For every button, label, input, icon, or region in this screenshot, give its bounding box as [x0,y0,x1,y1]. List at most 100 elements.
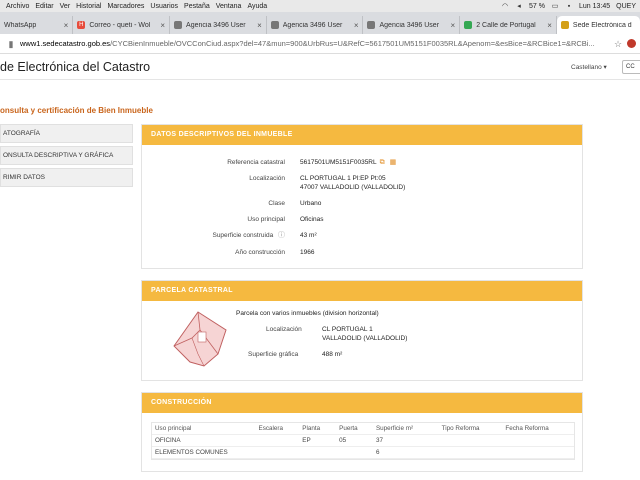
tab-label: Agencia 3496 User [186,21,246,29]
mail-icon: H [77,21,86,29]
panel-parcela-catastral: PARCELA CATASTRAL Parcela con varios inm… [141,280,583,381]
os-menubar: Archivo Editar Ver Historial Marcadores … [0,0,640,12]
info-icon[interactable]: ⓘ [278,232,285,239]
lock-icon[interactable]: ▮ [6,39,16,49]
value-parcela-loc-1: CL PORTUGAL 1 [322,326,373,333]
clock[interactable]: Lun 13:45 [579,3,610,10]
value-uso: Oficinas [300,216,324,223]
menu-historial[interactable]: Historial [76,3,101,10]
tab-label: WhatsApp [4,21,37,29]
copy-icon[interactable]: ⧉ [380,159,387,166]
cell-escalera [256,435,300,446]
cell-uso: OFICINA [155,437,181,444]
label-localizacion: Localización [249,175,285,182]
value-clase: Urbano [300,200,322,207]
panel-header: DATOS DESCRIPTIVOS DEL INMUEBLE [142,125,582,145]
cell-fecha-reforma [502,447,574,458]
col-planta: Planta [302,425,321,432]
header-button[interactable]: CC [622,60,640,74]
panel-construccion: CONSTRUCCIÓN Uso principal Escalera Plan… [141,392,583,472]
menu-pestana[interactable]: Pestaña [184,3,210,10]
label-superficie: Superficie construida ⓘ [145,232,285,239]
label-parcela-localizacion: Localización [266,326,302,333]
url-host: www1.sedecatastro.gob.es [20,39,111,48]
value-parcela-loc-2: VALLADOLID (VALLADOLID) [322,335,408,342]
tab-whatsapp[interactable]: WhatsApp × [0,16,74,34]
star-icon[interactable]: ☆ [613,39,623,49]
tab-label: 2 Calle de Portugal [476,21,536,29]
close-icon[interactable]: × [451,21,456,30]
battery-icon[interactable]: ▭ [551,3,559,10]
parcel-sketch[interactable] [168,308,230,370]
language-label: Castellano [571,64,602,71]
table-row: OFICINA EP 05 37 [152,435,574,447]
tab-label: Agencia 3496 User [282,21,343,29]
menu-archivo[interactable]: Archivo [6,3,29,10]
url-path: /CYCBienInmueble/OVCConCiud.aspx?del=47&… [110,39,595,48]
tab-correo[interactable]: H Correo - queti - Wol × [73,16,171,34]
cell-uso: ELEMENTOS COMUNES [155,449,228,456]
panel-datos-descriptivos: DATOS DESCRIPTIVOS DEL INMUEBLE Referenc… [141,124,583,269]
map-icon[interactable]: ▦ [390,159,397,166]
label-referencia: Referencia catastral [227,159,285,166]
extension-icon[interactable] [627,39,636,48]
cell-puerta [336,447,373,458]
tab-agencia-2[interactable]: Agencia 3496 User × [266,16,364,34]
construccion-table: Uso principal Escalera Planta Puerta Sup… [151,422,575,460]
tab-sede-catastro[interactable]: Sede Electrónica d [556,16,640,34]
tab-agencia-1[interactable]: Agencia 3496 User × [170,16,267,34]
flag-icon[interactable]: ▪ [565,3,573,10]
cell-tipo-reforma [439,435,503,446]
url-field[interactable]: www1.sedecatastro.gob.es/CYCBienInmueble… [20,39,609,48]
table-header-row: Uso principal Escalera Planta Puerta Sup… [152,423,574,435]
site-icon [174,21,183,29]
label-superficie-grafica: Superficie gráfica [248,351,299,358]
left-menu: ATOGRAFÍA ONSULTA DESCRIPTIVA Y GRÁFICA … [0,124,133,190]
menu-imprimir-datos[interactable]: RIMIR DATOS [0,168,133,187]
menu-ayuda[interactable]: Ayuda [247,3,267,10]
close-icon[interactable]: × [160,21,165,30]
menu-ventana[interactable]: Ventana [216,3,242,10]
language-select[interactable]: Castellano ▾ [571,63,607,71]
cell-planta [299,447,336,458]
value-ano: 1966 [300,249,315,256]
menu-marcadores[interactable]: Marcadores [107,3,144,10]
menu-cartografia[interactable]: ATOGRAFÍA [0,124,133,143]
tab-label: Agencia 3496 User [379,21,440,29]
value-referencia: 5617501UM5151F0035RL ⧉ ▦ [300,159,397,166]
value-superficie-grafica: 488 m² [322,351,343,358]
menu-usuarios[interactable]: Usuarios [150,3,178,10]
close-icon[interactable]: × [257,21,262,30]
map-pin-icon [464,21,473,29]
catastro-icon [560,21,569,29]
table-row: ELEMENTOS COMUNES 6 [152,447,574,459]
col-escalera: Escalera [258,425,284,432]
battery-percent: 57 % [529,2,545,10]
tab-maps[interactable]: 2 Calle de Portugal × [460,16,557,34]
label-uso: Uso principal [247,216,285,223]
label-clase: Clase [268,200,285,207]
close-icon[interactable]: × [354,21,359,30]
wifi-icon[interactable]: ◠ [501,3,509,10]
panel-header: PARCELA CATASTRAL [142,281,582,301]
site-icon [270,21,279,29]
site-title: de Electrónica del Catastro [0,60,151,74]
col-tipo-reforma: Tipo Reforma [441,425,480,432]
superficie-text: Superficie construida [212,232,274,239]
tab-agencia-3[interactable]: Agencia 3496 User × [363,16,461,34]
menu-ver[interactable]: Ver [60,3,71,10]
col-puerta: Puerta [339,425,358,432]
cell-planta: EP [302,437,311,444]
close-icon[interactable]: × [547,21,552,30]
user-name[interactable]: QUEY [616,3,636,10]
col-superficie: Superficie m² [375,425,414,432]
address-bar: ▮ www1.sedecatastro.gob.es/CYCBienInmueb… [0,34,640,54]
cell-puerta: 05 [339,437,347,444]
close-icon[interactable]: × [64,21,69,30]
parcela-subtitle: Parcela con varios inmuebles (division h… [236,310,379,317]
menu-editar[interactable]: Editar [35,3,53,10]
volume-icon[interactable]: ◂ [515,3,523,10]
menu-consulta-descriptiva[interactable]: ONSULTA DESCRIPTIVA Y GRÁFICA [0,146,133,165]
site-icon [367,21,376,29]
panel-header: CONSTRUCCIÓN [142,393,582,413]
